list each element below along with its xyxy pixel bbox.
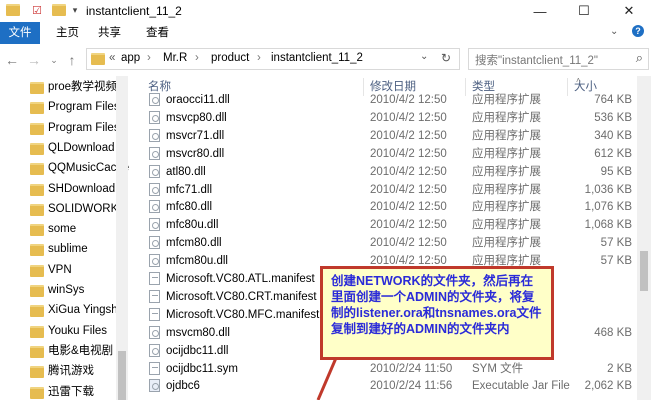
annotation-callout: 创建NETWORK的文件夹，然后再在里面创建一个ADMIN的文件夹，将复制的li… — [320, 266, 554, 360]
